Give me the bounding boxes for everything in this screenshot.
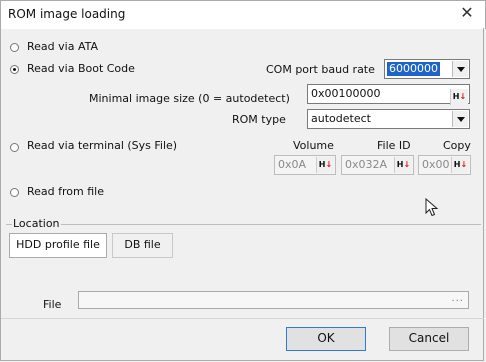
rom-type-label: ROM type [232,113,286,126]
file-id-input[interactable]: 0x032A H↓ [341,155,414,175]
tab-hdd-profile-file[interactable]: HDD profile file [9,233,107,258]
chevron-down-icon[interactable] [452,111,468,127]
radio-read-ata-label[interactable]: Read via ATA [27,40,98,53]
radio-read-file-label[interactable]: Read from file [27,185,104,198]
image-size-value: 0x00100000 [311,87,381,100]
hex-toggle-icon[interactable]: H↓ [316,157,334,173]
ok-button[interactable]: OK [286,327,366,351]
radio-read-ata[interactable] [10,43,19,52]
rom-type-select[interactable]: autodetect [307,109,470,129]
tab-db-file[interactable]: DB file [112,233,173,258]
file-id-label: File ID [377,139,411,152]
radio-read-terminal[interactable] [10,143,19,152]
hex-toggle-icon[interactable]: H↓ [451,157,469,173]
radio-read-terminal-label[interactable]: Read via terminal (Sys File) [27,139,177,152]
copy-input[interactable]: 0x00 H↓ [418,155,471,175]
cancel-button[interactable]: Cancel [389,327,469,351]
browse-button[interactable]: ... [451,293,464,304]
volume-value: 0x0A [278,158,307,171]
com-port-baud-select[interactable]: 6000000 [384,59,470,79]
radio-read-boot-code-label[interactable]: Read via Boot Code [27,62,135,75]
copy-label: Copy [443,139,471,152]
rom-type-value: autodetect [311,112,371,125]
mouse-cursor-icon [425,198,439,217]
radio-read-boot-code[interactable] [10,65,19,74]
file-label: File [43,298,62,311]
radio-read-file[interactable] [10,188,19,197]
volume-label: Volume [293,139,334,152]
footer-separator [1,318,484,319]
location-group-line [6,224,481,225]
chevron-down-icon[interactable] [452,61,468,77]
image-size-label: Minimal image size (0 = autodetect) [89,92,290,105]
file-id-value: 0x032A [345,158,388,171]
hex-toggle-icon[interactable]: H↓ [394,157,412,173]
hex-toggle-icon[interactable]: H↓ [450,89,468,105]
close-icon[interactable]: ✕ [456,3,478,25]
copy-value: 0x00 [422,158,450,171]
location-group-label: Location [12,217,61,230]
dialog-title: ROM image loading [8,7,126,21]
volume-input[interactable]: 0x0A H↓ [274,155,336,175]
com-port-label: COM port baud rate [266,63,375,76]
com-port-baud-value: 6000000 [387,62,440,76]
image-size-input[interactable]: 0x00100000 H↓ [307,84,470,105]
file-path-input[interactable]: ... [78,291,469,309]
